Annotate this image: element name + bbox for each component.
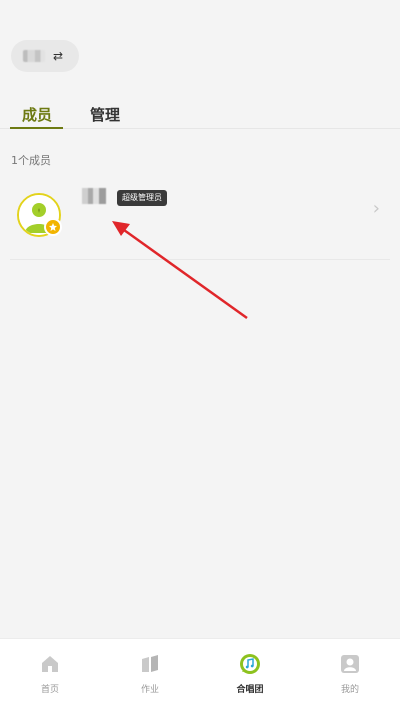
active-tab-indicator <box>10 127 63 129</box>
member-name-blurred <box>82 188 106 204</box>
home-icon <box>39 653 61 675</box>
swap-icon: ⇄ <box>53 49 64 63</box>
music-chat-icon <box>239 653 261 675</box>
chevron-right-icon: › <box>372 198 380 219</box>
role-badge: 超级管理员 <box>117 190 167 206</box>
group-name-blurred <box>23 50 45 62</box>
book-icon <box>139 653 161 675</box>
nav-choir-label: 合唱团 <box>236 685 264 695</box>
tab-bar: 成员 管理 <box>0 100 400 129</box>
profile-icon <box>339 653 361 675</box>
member-count: 1个成员 <box>11 154 51 167</box>
nav-choir[interactable]: 合唱团 <box>200 639 300 706</box>
member-row[interactable]: 超级管理员 › <box>10 180 390 260</box>
group-switcher[interactable]: ⇄ <box>11 40 79 72</box>
bottom-nav: 首页 作业 合唱团 我的 <box>0 638 400 706</box>
nav-homework[interactable]: 作业 <box>100 639 200 706</box>
nav-homework-label: 作业 <box>140 685 159 695</box>
tab-manage[interactable]: 管理 <box>90 104 120 125</box>
nav-home-label: 首页 <box>40 685 59 695</box>
nav-profile-label: 我的 <box>340 685 359 695</box>
nav-home[interactable]: 首页 <box>0 639 100 706</box>
tab-members[interactable]: 成员 <box>22 104 52 125</box>
nav-profile[interactable]: 我的 <box>300 639 400 706</box>
crown-icon <box>44 218 62 236</box>
